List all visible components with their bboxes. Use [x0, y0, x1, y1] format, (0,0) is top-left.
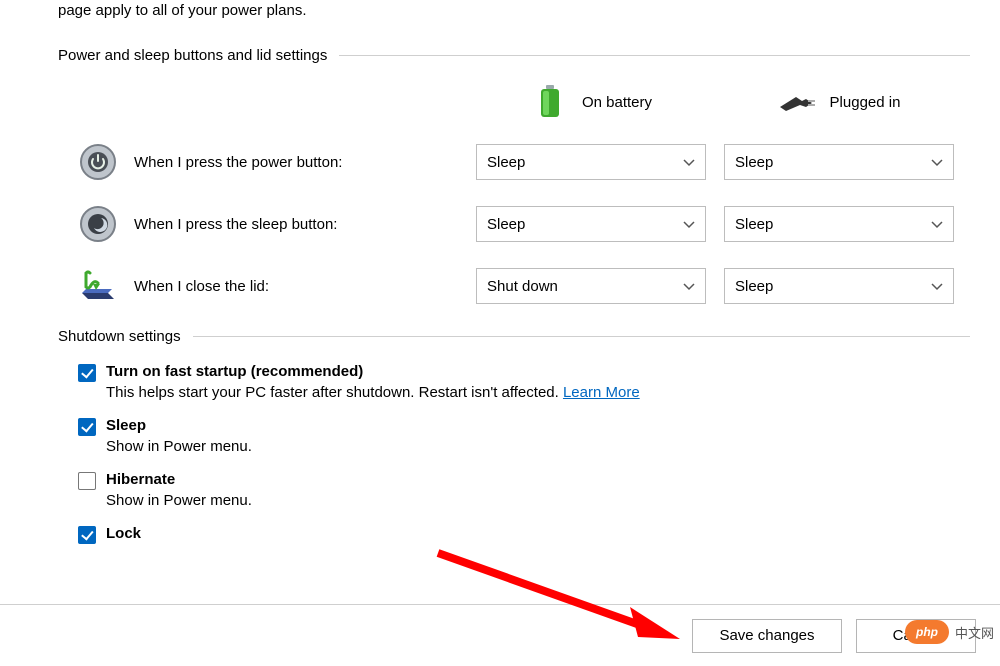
shutdown-section-title: Shutdown settings [58, 328, 181, 345]
fast-startup-title: Turn on fast startup (recommended) [106, 363, 640, 380]
power-button-plugged-in-select[interactable]: Sleep [724, 144, 954, 180]
on-battery-column-header: On battery [476, 82, 706, 122]
lock-checkbox[interactable] [78, 526, 96, 544]
close-lid-label: When I close the lid: [134, 278, 269, 295]
sleep-button-icon [78, 204, 118, 244]
chevron-down-icon [931, 216, 943, 233]
sleep-title: Sleep [106, 417, 252, 434]
learn-more-link[interactable]: Learn More [563, 384, 640, 401]
sleep-desc: Show in Power menu. [106, 438, 252, 455]
battery-icon [530, 82, 570, 122]
chevron-down-icon [683, 216, 695, 233]
fast-startup-checkbox[interactable] [78, 364, 96, 382]
sleep-button-plugged-in-select[interactable]: Sleep [724, 206, 954, 242]
close-lid-plugged-in-select[interactable]: Sleep [724, 268, 954, 304]
save-changes-button[interactable]: Save changes [692, 619, 842, 653]
hibernate-checkbox[interactable] [78, 472, 96, 490]
chevron-down-icon [683, 278, 695, 295]
close-lid-icon [78, 266, 118, 306]
sleep-button-label: When I press the sleep button: [134, 216, 337, 233]
power-buttons-section-title: Power and sleep buttons and lid settings [58, 47, 327, 64]
hibernate-desc: Show in Power menu. [106, 492, 252, 509]
footer-bar: Save changes Cancel [0, 604, 1000, 666]
power-button-on-battery-select[interactable]: Sleep [476, 144, 706, 180]
chevron-down-icon [931, 154, 943, 171]
chevron-down-icon [683, 154, 695, 171]
sleep-checkbox[interactable] [78, 418, 96, 436]
intro-text: page apply to all of your power plans. [58, 0, 970, 21]
power-button-label: When I press the power button: [134, 154, 342, 171]
divider [193, 336, 970, 337]
chevron-down-icon [931, 278, 943, 295]
close-lid-on-battery-select[interactable]: Shut down [476, 268, 706, 304]
sleep-button-on-battery-select[interactable]: Sleep [476, 206, 706, 242]
fast-startup-desc: This helps start your PC faster after sh… [106, 384, 640, 401]
cancel-button[interactable]: Cancel [856, 619, 976, 653]
lock-title: Lock [106, 525, 141, 542]
divider [339, 55, 970, 56]
power-button-icon [78, 142, 118, 182]
plugged-in-column-header: Plugged in [724, 82, 954, 122]
plug-icon [778, 82, 818, 122]
hibernate-title: Hibernate [106, 471, 252, 488]
